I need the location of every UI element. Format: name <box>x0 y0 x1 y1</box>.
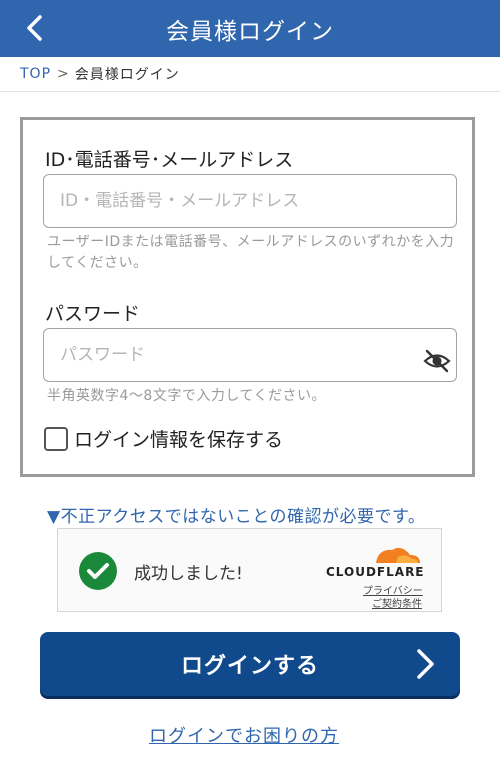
verification-notice: ▼不正アクセスではないことの確認が必要です。 <box>47 507 426 527</box>
chevron-right-icon <box>417 649 434 679</box>
terms-link[interactable]: ご契約条件 <box>372 595 422 610</box>
password-input[interactable] <box>43 328 457 382</box>
cloudflare-brand: CLOUDFLARE <box>326 565 425 579</box>
remember-label: ログイン情報を保存する <box>74 429 284 451</box>
breadcrumb: TOP > 会員様ログイン <box>0 57 500 92</box>
page-title: 会員様ログイン <box>166 18 334 45</box>
chevron-left-icon[interactable] <box>20 13 50 43</box>
remember-login-toggle[interactable]: ログイン情報を保存する <box>44 425 283 452</box>
id-hint: ユーザーIDまたは電話番号、メールアドレスのいずれかを入力してください。 <box>47 234 455 271</box>
breadcrumb-home-link[interactable]: TOP <box>20 66 51 82</box>
success-check-icon <box>79 552 117 590</box>
breadcrumb-separator: > <box>57 66 69 82</box>
login-help-link[interactable]: ログインでお困りの方 <box>149 722 339 748</box>
breadcrumb-current: 会員様ログイン <box>74 67 180 83</box>
remember-checkbox[interactable] <box>44 426 68 451</box>
app-header: 会員様ログイン <box>0 0 500 57</box>
captcha-status: 成功しました! <box>134 564 243 584</box>
login-form: ID･電話番号･メールアドレス ユーザーIDまたは電話番号、メールアドレスのいず… <box>20 117 475 477</box>
login-button[interactable]: ログインする <box>40 632 460 696</box>
id-input[interactable] <box>43 174 457 228</box>
password-field-label: パスワード <box>45 303 141 325</box>
password-hint: 半角英数字4〜8文字で入力してください。 <box>47 388 326 404</box>
login-button-label: ログインする <box>180 653 319 678</box>
eye-off-icon[interactable] <box>422 346 452 376</box>
captcha-widget: 成功しました! CLOUDFLARE プライバシー ご契約条件 <box>57 528 442 612</box>
id-field-label: ID･電話番号･メールアドレス <box>45 149 294 171</box>
